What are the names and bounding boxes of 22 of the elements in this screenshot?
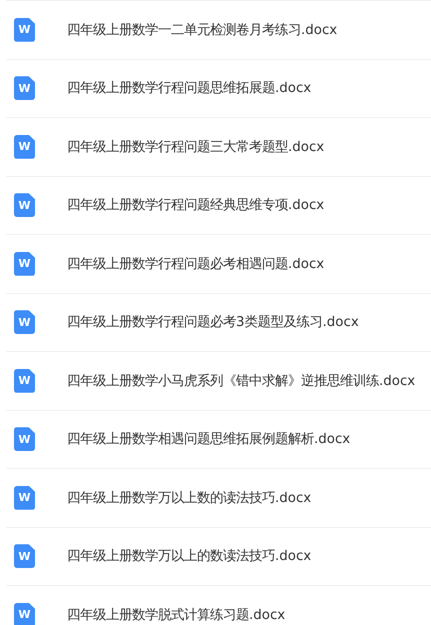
word-file-icon: W [14,18,35,42]
file-name[interactable]: 四年级上册数学行程问题必考相遇问题.docx [67,254,324,273]
word-file-icon: W [14,486,35,510]
word-file-icon: W [14,544,35,568]
word-file-icon: W [14,76,35,100]
word-file-icon: W [14,368,35,393]
word-file-icon: W [14,310,35,334]
word-file-icon: W [14,427,35,452]
word-file-icon: W [14,193,35,218]
word-file-icon: W [14,602,35,625]
file-name[interactable]: 四年级上册数学脱式计算练习题.docx [67,606,286,624]
word-file-icon: W [14,252,35,276]
file-name[interactable]: 四年级上册数学行程问题经典思维专项.docx [67,196,324,214]
file-name[interactable]: 四年级上册数学万以上数的读法技巧.docx [67,488,312,507]
file-name[interactable]: 四年级上册数学小马虎系列《错中求解》逆推思维训练.docx [67,372,416,390]
word-file-icon: W [14,134,35,159]
file-name[interactable]: 四年级上册数学一二单元检测卷月考练习.docx [67,20,338,39]
file-name[interactable]: 四年级上册数学行程问题思维拓展题.docx [67,79,312,98]
file-name[interactable]: 四年级上册数学相遇问题思维拓展例题解析.docx [67,430,350,448]
file-name[interactable]: 四年级上册数学行程问题必考3类题型及练习.docx [67,313,359,332]
file-name[interactable]: 四年级上册数学行程问题三大常考题型.docx [67,138,324,156]
file-name[interactable]: 四年级上册数学万以上的数读法技巧.docx [67,547,312,566]
